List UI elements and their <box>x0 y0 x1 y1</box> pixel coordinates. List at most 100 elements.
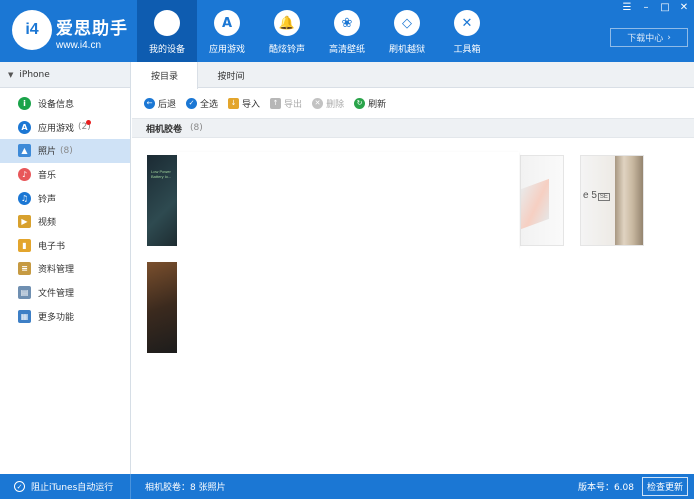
select-all-label: 全选 <box>200 99 219 110</box>
nav-label: 我的设备 <box>148 45 185 55</box>
tools-icon: ✕ <box>454 10 480 36</box>
status-right: 版本号：6.08 检查更新 <box>578 474 688 499</box>
book-icon: ▮ <box>18 238 31 252</box>
close-icon[interactable]: ✕ <box>678 2 690 13</box>
notification-dot <box>86 119 91 125</box>
photo-thumbnail[interactable]: Low Power Battery lo... <box>147 155 179 246</box>
sidebar-item-count: (8) <box>60 145 73 156</box>
tab-by-folder[interactable]: 按目录 <box>132 62 198 89</box>
sidebar-item-label: 更多功能 <box>38 312 75 323</box>
refresh-label: 刷新 <box>368 99 387 110</box>
blank-overlay-area <box>177 246 519 356</box>
nav-label: 酷炫铃声 <box>268 45 305 55</box>
sidebar-item-apps[interactable]: A 应用游戏 (2) <box>0 116 130 140</box>
sidebar-item-more[interactable]: ▦ 更多功能 <box>0 304 130 328</box>
nav-toolbox[interactable]: ✕ 工具箱 <box>437 0 497 62</box>
check-update-button[interactable]: 检查更新 <box>641 477 688 496</box>
blank-overlay-panel <box>177 152 519 247</box>
refresh-icon: ↻ <box>354 97 366 109</box>
album-header: 相机胶卷 (8) <box>132 118 694 138</box>
model-name: e 5 <box>583 190 597 201</box>
sidebar-item-label: 应用游戏 <box>38 123 75 134</box>
back-button[interactable]: ← 后退 <box>144 97 176 110</box>
main-nav: 我的设备 A 应用游戏 🔔 酷炫铃声 ❀ 高清壁纸 ◇ 刷机越狱 ✕ 工具箱 <box>137 0 497 62</box>
nav-my-device[interactable]: 我的设备 <box>137 0 197 62</box>
minimize-icon[interactable]: – <box>640 2 652 13</box>
tab-by-time[interactable]: 按时间 <box>198 62 264 88</box>
app-store-icon: A <box>18 120 31 134</box>
version-label: 版本号：6.08 <box>577 483 634 493</box>
block-itunes-label: 阻止iTunes自动运行 <box>31 483 114 493</box>
download-center-button[interactable]: 下载中心 › <box>610 28 688 47</box>
photo-thumbnail[interactable]: e 5 SE <box>580 155 644 246</box>
sidebar-item-label: 铃声 <box>38 194 57 205</box>
device-name: iPhone <box>19 69 50 80</box>
check-icon: ✓ <box>14 481 25 492</box>
album-count: (8) <box>190 123 203 133</box>
delete-icon: ✕ <box>312 97 324 109</box>
select-all-button[interactable]: ✓ 全选 <box>186 97 218 110</box>
brand: 爱思助手 www.i4.cn <box>56 14 128 51</box>
nav-wallpapers[interactable]: ❀ 高清壁纸 <box>317 0 377 62</box>
menu-icon[interactable]: ☰ <box>621 2 633 13</box>
nav-ringtones[interactable]: 🔔 酷炫铃声 <box>257 0 317 62</box>
delete-label: 删除 <box>326 99 345 110</box>
sidebar-item-video[interactable]: ▶ 视频 <box>0 210 130 234</box>
video-icon: ▶ <box>18 215 31 229</box>
maximize-icon[interactable]: □ <box>659 2 671 13</box>
dropbox-icon: ◇ <box>394 10 420 36</box>
caret-down-icon: ▼ <box>8 70 14 79</box>
nav-flash-jailbreak[interactable]: ◇ 刷机越狱 <box>377 0 437 62</box>
sidebar-item-label: 照片 <box>38 147 57 158</box>
sidebar-item-photos[interactable]: ▲ 照片 (8) <box>0 139 130 163</box>
info-icon: i <box>18 97 31 111</box>
sidebar-item-device-info[interactable]: i 设备信息 <box>0 92 130 116</box>
brand-name: 爱思助手 <box>56 19 128 39</box>
sidebar-item-file-management[interactable]: ▤ 文件管理 <box>0 281 130 305</box>
photo-thumbnail[interactable] <box>147 262 179 353</box>
phone-image <box>615 156 643 245</box>
top-header: i4 爱思助手 www.i4.cn 我的设备 A 应用游戏 🔔 酷炫铃声 ❀ 高… <box>0 0 694 62</box>
back-icon: ← <box>144 97 155 109</box>
block-itunes-toggle[interactable]: ✓ 阻止iTunes自动运行 <box>0 474 131 499</box>
bell-icon: ♫ <box>18 191 31 205</box>
download-center-label: 下载中心 <box>627 34 664 44</box>
apple-icon <box>154 10 180 36</box>
file-icon: ▤ <box>18 286 31 300</box>
refresh-button[interactable]: ↻ 刷新 <box>354 97 386 110</box>
status-bar: ✓ 阻止iTunes自动运行 相机胶卷：8 张照片 版本号：6.08 检查更新 <box>0 474 694 499</box>
import-label: 导入 <box>242 99 261 110</box>
brand-url: www.i4.cn <box>56 40 102 51</box>
nav-apps-games[interactable]: A 应用游戏 <box>197 0 257 62</box>
back-label: 后退 <box>158 99 177 110</box>
sidebar-item-ringtones[interactable]: ♫ 铃声 <box>0 186 130 210</box>
flower-icon: ❀ <box>334 10 360 36</box>
delete-button[interactable]: ✕ 删除 <box>312 97 344 110</box>
sidebar-item-music[interactable]: ♪ 音乐 <box>0 163 130 187</box>
select-all-icon: ✓ <box>186 97 198 109</box>
device-selector[interactable]: ▼ iPhone <box>0 62 130 88</box>
nav-label: 工具箱 <box>453 45 481 55</box>
import-button[interactable]: ↓ 导入 <box>228 97 260 110</box>
bell-icon: 🔔 <box>274 10 300 36</box>
nav-label: 刷机越狱 <box>388 45 425 55</box>
photo-thumbnail[interactable] <box>520 155 564 246</box>
logo-mark: i4 <box>25 21 39 38</box>
export-label: 导出 <box>284 99 303 110</box>
album-title: 相机胶卷 <box>146 124 183 135</box>
export-icon: ↑ <box>270 97 282 109</box>
sidebar-item-label: 设备信息 <box>38 100 75 111</box>
sidebar-item-ebooks[interactable]: ▮ 电子书 <box>0 234 130 258</box>
window-controls: ☰ – □ ✕ <box>621 2 690 13</box>
contacts-icon: ≡ <box>18 262 31 276</box>
sidebar: ▼ iPhone i 设备信息 A 应用游戏 (2) ▲ 照片 (8) ♪ 音乐… <box>0 62 131 474</box>
sidebar-list: i 设备信息 A 应用游戏 (2) ▲ 照片 (8) ♪ 音乐 ♫ 铃声 ▶ 视… <box>0 88 130 328</box>
export-button[interactable]: ↑ 导出 <box>270 97 302 110</box>
chevron-right-icon: › <box>667 32 671 43</box>
nav-label: 应用游戏 <box>208 45 245 55</box>
i4-logo: i4 <box>12 10 52 50</box>
music-icon: ♪ <box>18 168 31 182</box>
nav-label: 高清壁纸 <box>328 45 365 55</box>
sidebar-item-data-management[interactable]: ≡ 资料管理 <box>0 257 130 281</box>
photo-caption: Low Power Battery lo... <box>151 169 172 179</box>
